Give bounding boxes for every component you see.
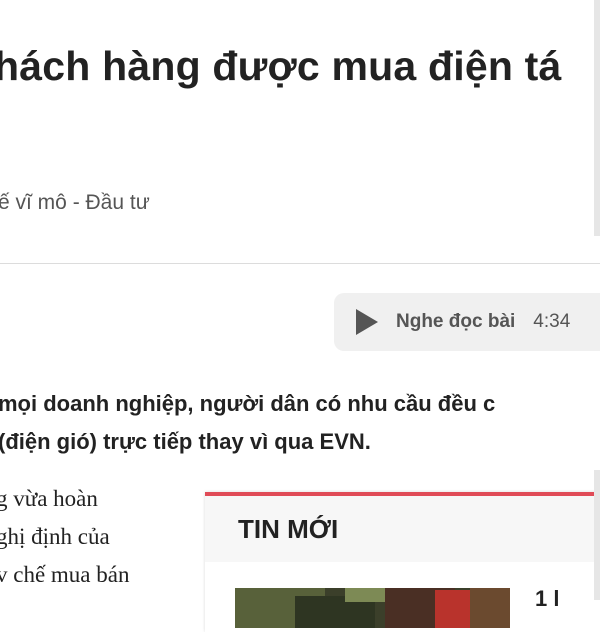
body-line: g vừa hoàn bbox=[0, 486, 98, 511]
article-category-breadcrumb[interactable]: ế vĩ mô - Đầu tư bbox=[0, 191, 150, 215]
news-item-title[interactable]: 1 l bbox=[535, 586, 559, 612]
lead-line: mọi doanh nghiệp, người dân có nhu cầu đ… bbox=[0, 391, 496, 416]
scrollbar-top[interactable] bbox=[594, 0, 600, 236]
news-item-thumbnail[interactable] bbox=[235, 588, 510, 628]
article-body: g vừa hoàn ghị định của v chế mua bán bbox=[0, 480, 129, 594]
listen-audio-label: Nghe đọc bài bbox=[396, 311, 516, 332]
latest-news-box: TIN MỚI 1 l bbox=[205, 492, 600, 632]
play-icon bbox=[356, 309, 378, 335]
listen-audio-button[interactable]: Nghe đọc bài 4:34 bbox=[334, 293, 600, 351]
audio-duration: 4:34 bbox=[533, 311, 571, 332]
article-lead: mọi doanh nghiệp, người dân có nhu cầu đ… bbox=[0, 385, 600, 461]
body-line: ghị định của bbox=[0, 524, 110, 549]
article-title: hách hàng được mua điện tá bbox=[0, 43, 562, 89]
lead-line: (điện gió) trực tiếp thay vì qua EVN. bbox=[0, 429, 371, 454]
latest-news-header: TIN MỚI bbox=[205, 496, 600, 562]
divider bbox=[0, 263, 600, 264]
body-line: v chế mua bán bbox=[0, 562, 130, 587]
scrollbar-bottom[interactable] bbox=[594, 470, 600, 600]
